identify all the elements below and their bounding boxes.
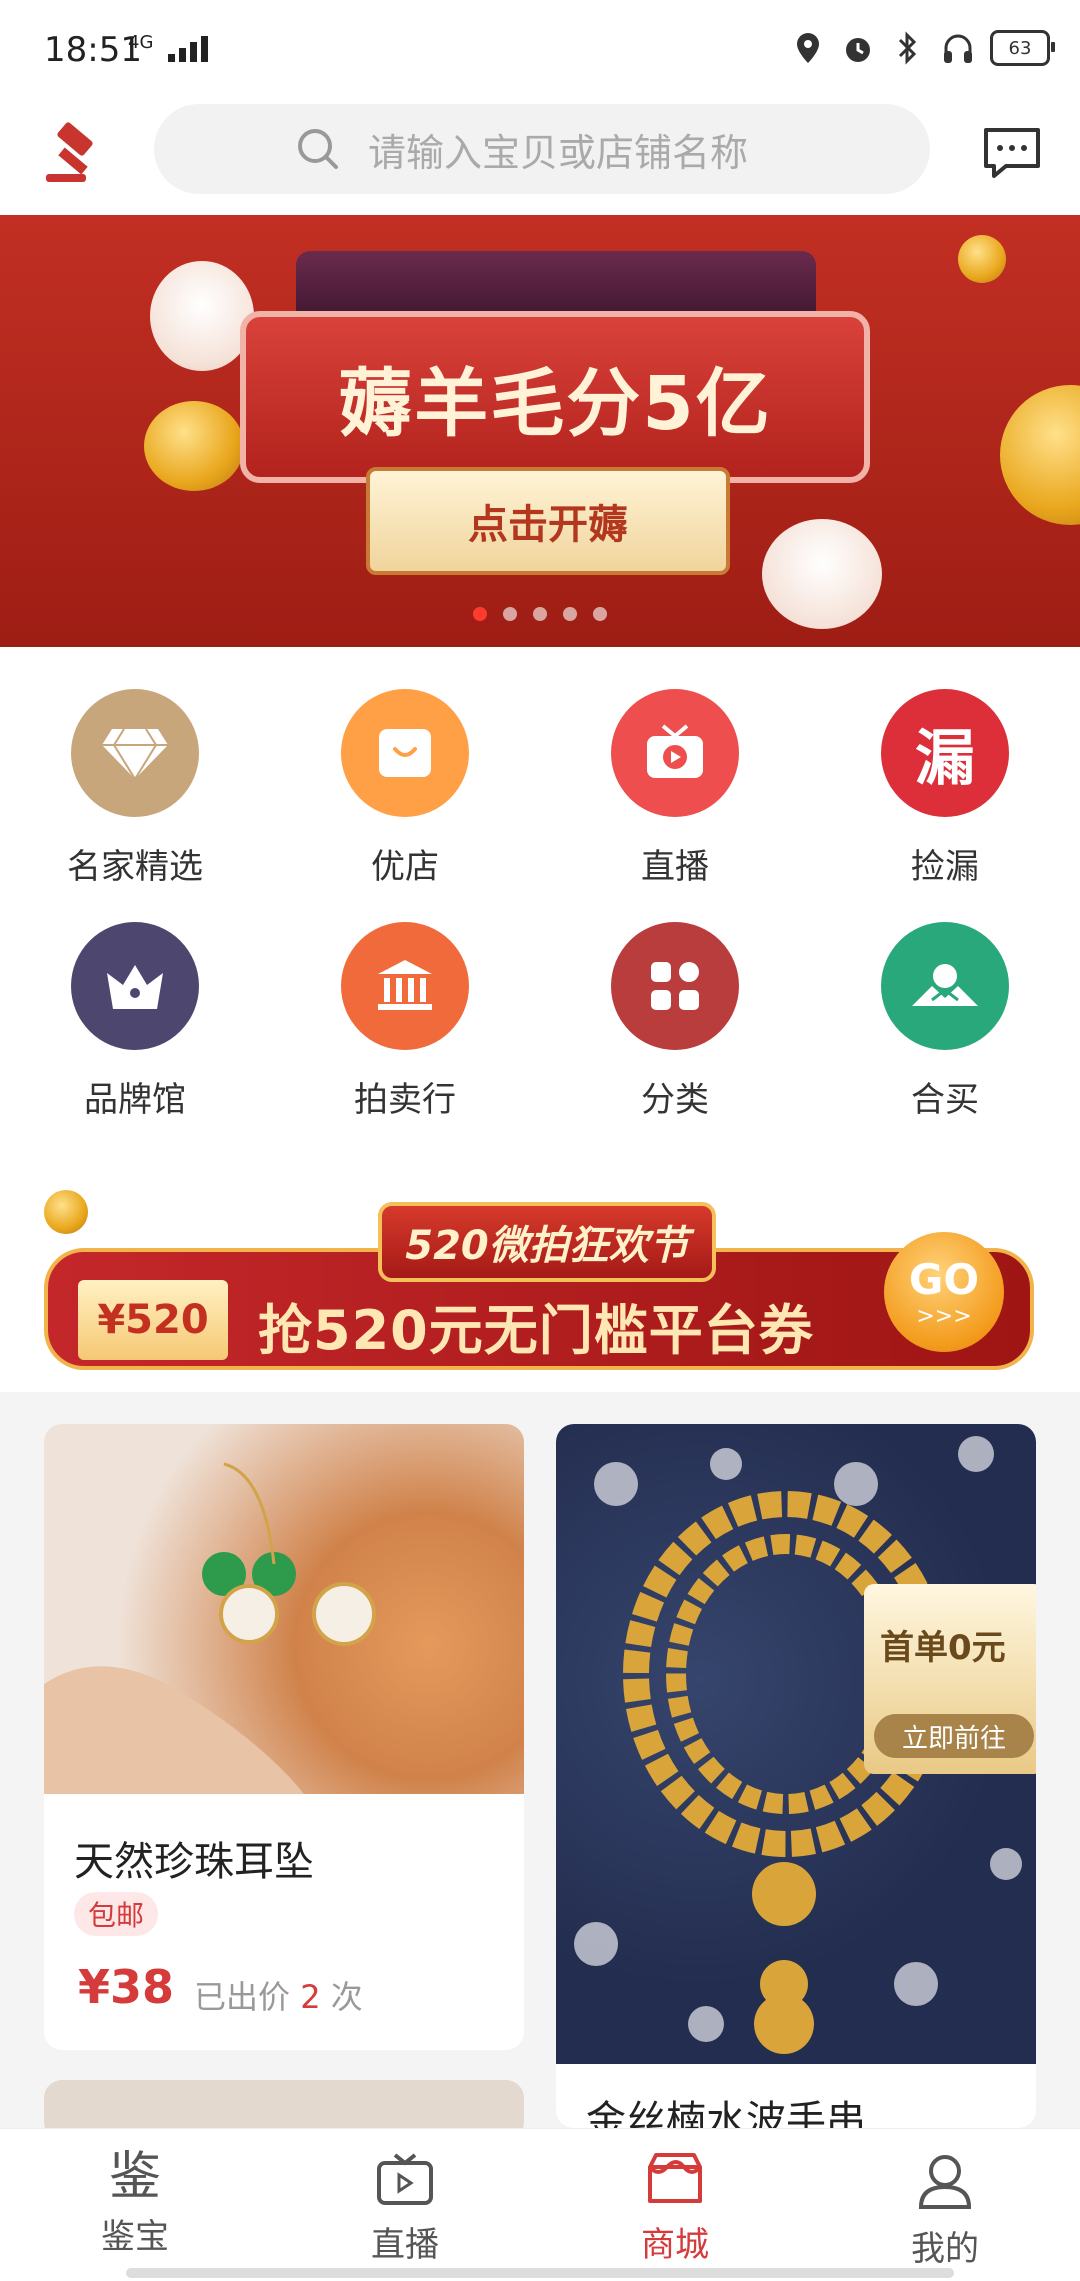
product-card[interactable]: 首单0元 立即前往 金丝楠水波手串	[556, 1424, 1036, 2128]
tab-appraisal[interactable]: 鉴 鉴宝	[0, 2129, 270, 2281]
menu-item-label: 名家精选	[67, 847, 203, 887]
carousel-dot[interactable]	[593, 607, 607, 621]
live-icon	[375, 2151, 435, 2211]
banner-headline-board: 薅羊毛分5亿	[240, 311, 870, 483]
signal-icon	[168, 36, 208, 62]
message-icon[interactable]	[980, 124, 1044, 184]
gesture-handle	[126, 2268, 954, 2278]
tv-play-icon	[611, 689, 739, 817]
auction-hammer-logo-icon[interactable]	[40, 120, 110, 190]
location-icon	[790, 30, 826, 66]
menu-item-label: 优店	[371, 847, 439, 887]
top-bar: 请输入宝贝或店铺名称	[0, 100, 1080, 215]
product-price: ¥38	[78, 1960, 175, 2014]
tab-store[interactable]: 商城	[540, 2129, 810, 2281]
menu-item-group-buy[interactable]: 合买	[810, 922, 1080, 1121]
menu-item-label: 拍卖行	[354, 1080, 456, 1120]
gold-coin-icon	[44, 1190, 88, 1234]
tab-label: 鉴宝	[101, 2217, 169, 2257]
status-bar: 18:51 4G 63	[0, 0, 1080, 100]
banner-cta-button[interactable]: 点击开薅	[366, 467, 730, 575]
gold-coin-icon	[1000, 385, 1080, 525]
tab-label: 商城	[641, 2225, 709, 2265]
crown-icon	[71, 922, 199, 1050]
bid-suffix: 次	[330, 1978, 363, 2016]
appraisal-icon: 鉴	[108, 2147, 161, 2207]
tab-label: 我的	[911, 2229, 979, 2269]
menu-item-brand[interactable]: 品牌馆	[0, 922, 270, 1121]
menu-item-label: 品牌馆	[84, 1080, 186, 1120]
carousel-dot[interactable]	[503, 607, 517, 621]
promo-top-title: 520微拍狂欢节	[405, 1223, 689, 1269]
promo-top-banner: 520微拍狂欢节	[378, 1202, 716, 1282]
tab-label: 直播	[371, 2225, 439, 2265]
battery-icon: 63	[990, 30, 1055, 66]
hero-banner[interactable]: 薅羊毛分5亿 点击开薅	[0, 215, 1080, 647]
promo-main-text: 抢520元无门槛平台券	[258, 1299, 814, 1362]
menu-item-bargain[interactable]: 漏 捡漏	[810, 689, 1080, 888]
free-shipping-badge: 包邮	[74, 1892, 159, 1936]
product-card[interactable]: 天然珍珠耳坠 包邮 ¥38 已出价 2 次	[44, 1424, 524, 2050]
menu-item-famous[interactable]: 名家精选	[0, 689, 270, 888]
coupon-tag: ¥520	[78, 1280, 228, 1360]
tab-profile[interactable]: 我的	[810, 2129, 1080, 2281]
first-order-promo-text: 首单0元	[880, 1628, 1006, 1668]
carousel-indicator	[0, 607, 1080, 621]
tab-live[interactable]: 直播	[270, 2129, 540, 2281]
network-type: 4G	[128, 32, 154, 53]
first-order-cta-label: 立即前往	[901, 1723, 1006, 1754]
product-title: 天然珍珠耳坠	[74, 1839, 314, 1885]
go-button[interactable]: GO >>>	[884, 1232, 1004, 1352]
search-placeholder: 请输入宝贝或店铺名称	[368, 130, 749, 175]
building-icon	[341, 922, 469, 1050]
menu-item-label: 分类	[641, 1080, 709, 1120]
bid-info: 已出价 2 次	[194, 1972, 363, 2018]
diamond-icon	[71, 689, 199, 817]
headphones-icon	[940, 30, 976, 66]
carousel-dot[interactable]	[563, 607, 577, 621]
menu-item-shop[interactable]: 优店	[270, 689, 540, 888]
menu-item-auction-house[interactable]: 拍卖行	[270, 922, 540, 1121]
carousel-dot[interactable]	[533, 607, 547, 621]
battery-level: 63	[1008, 37, 1032, 59]
store-icon	[644, 2151, 706, 2211]
first-order-cta[interactable]: 立即前往	[874, 1714, 1034, 1758]
shop-icon	[341, 689, 469, 817]
coupon-tag-value: ¥520	[97, 1297, 209, 1343]
user-icon	[915, 2151, 975, 2215]
gold-coin-icon	[958, 235, 1006, 283]
carousel-dot[interactable]	[473, 607, 487, 621]
bid-count: 2	[300, 1978, 321, 2016]
grid-icon	[611, 922, 739, 1050]
bottom-tab-bar: 鉴 鉴宝 直播 商城 我的	[0, 2128, 1080, 2281]
product-image	[44, 1424, 524, 1794]
search-bar[interactable]: 请输入宝贝或店铺名称	[154, 104, 930, 194]
sheep-mascot-left	[150, 261, 254, 371]
alarm-icon	[840, 30, 876, 66]
banner-cta-label: 点击开薅	[468, 502, 628, 548]
bid-prefix: 已出价	[194, 1978, 291, 2016]
go-arrows: >>>	[916, 1304, 972, 1329]
first-order-promo-badge[interactable]: 首单0元 立即前往	[864, 1584, 1036, 1774]
menu-item-live[interactable]: 直播	[540, 689, 810, 888]
bluetooth-icon	[890, 30, 926, 66]
product-title: 金丝楠水波手串	[586, 2098, 866, 2128]
search-icon	[294, 125, 342, 173]
promo-banner[interactable]: 520微拍狂欢节 ¥520 抢520元无门槛平台券 GO >>>	[44, 1190, 1034, 1375]
mountain-icon	[881, 922, 1009, 1050]
go-label: GO	[908, 1255, 980, 1304]
menu-item-label: 直播	[641, 847, 709, 887]
menu-item-label: 捡漏	[911, 847, 979, 887]
gold-coin-icon	[144, 401, 244, 491]
menu-item-label: 合买	[911, 1080, 979, 1120]
menu-item-category[interactable]: 分类	[540, 922, 810, 1121]
banner-headline: 薅羊毛分5亿	[338, 360, 772, 447]
lou-char-icon: 漏	[881, 689, 1009, 817]
